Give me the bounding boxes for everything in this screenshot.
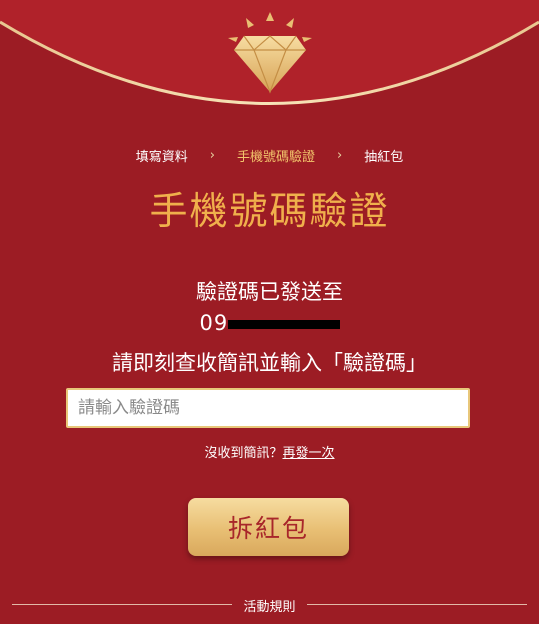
verification-code-input[interactable] (66, 388, 470, 428)
instruction-text: 請即刻查收簡訊並輸入「驗證碼」 (112, 351, 427, 375)
resend-row: 沒收到簡訊？再發一次 (0, 442, 539, 461)
resend-link[interactable]: 再發一次 (283, 446, 335, 461)
resend-prompt: 沒收到簡訊？ (204, 446, 283, 461)
page-title: 手機號碼驗證 (149, 189, 390, 233)
sent-to-label: 驗證碼已發送至 (196, 280, 343, 304)
diamond-icon (228, 12, 312, 94)
divider-left (12, 604, 232, 605)
chevron-right-icon: › (337, 148, 343, 163)
phone-number: 09 (200, 311, 340, 335)
rules-link[interactable]: 活動規則 (232, 596, 307, 615)
phone-number-text: 09 (199, 311, 229, 335)
progress-steps: 填寫資料 › 手機號碼驗證 › 抽紅包 (0, 146, 539, 165)
step-phone-verification: 手機號碼驗證 (236, 150, 315, 165)
rules-footer: 活動規則 (0, 596, 539, 615)
divider-right (307, 604, 527, 605)
step-draw-red-envelope: 抽紅包 (364, 150, 404, 165)
redaction-bar (227, 320, 340, 329)
chevron-right-icon: › (209, 148, 215, 163)
step-fill-info: 填寫資料 (135, 150, 188, 165)
open-red-envelope-button[interactable]: 拆紅包 (188, 498, 349, 556)
